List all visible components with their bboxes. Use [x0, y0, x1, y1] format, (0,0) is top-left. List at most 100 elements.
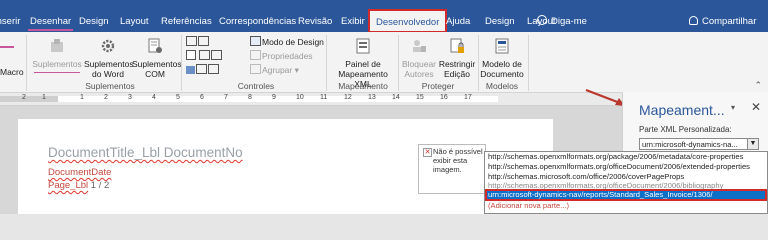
ribbon-tab-bar: Inserir Desenhar Design Layout Referênci… [0, 6, 768, 33]
ruler-number: 9 [272, 94, 276, 101]
dropdown-option-selected[interactable]: urn:microsoft-dynamics-nav/reports/Stand… [485, 189, 767, 201]
ruler-number: 2 [22, 94, 26, 101]
design-mode-button[interactable]: Modo de Design [250, 36, 324, 47]
dropdown-control-icon[interactable] [211, 50, 222, 60]
addins-button[interactable]: Suplementos [32, 37, 82, 69]
chevron-down-icon: ▾ [292, 65, 299, 75]
group-label-controls: Controles [237, 81, 275, 91]
combo-box-icon[interactable] [199, 50, 210, 60]
tab-layout[interactable]: Layout [120, 12, 149, 32]
macro-underline [0, 46, 14, 48]
group-label-protect: Proteger [421, 81, 455, 91]
tab-revisao[interactable]: Revisão [298, 12, 332, 32]
ruler-number: 14 [392, 94, 400, 101]
dropdown-option-add-new[interactable]: (Adicionar nova parte...) [485, 201, 767, 211]
dropdown-option[interactable]: http://schemas.microsoft.com/office/2006… [485, 172, 767, 182]
gear-icon [101, 39, 115, 53]
ruler-margin [0, 96, 58, 102]
group-label-addins: Suplementos [85, 81, 135, 91]
tab-ajuda[interactable]: Ajuda [446, 12, 470, 32]
template-icon [495, 38, 509, 54]
text-control-icon[interactable] [186, 36, 197, 46]
close-icon[interactable]: ✕ [751, 100, 761, 114]
word-addins-button[interactable]: Suplementos do Word [84, 37, 134, 79]
custom-xml-part-select[interactable]: urn:microsoft-dynamics-na... ▼ [639, 138, 759, 150]
pane-title: Mapeament... [639, 102, 725, 118]
ruler-number: 15 [416, 94, 424, 101]
dropdown-option[interactable]: http://schemas.openxmlformats.org/packag… [485, 152, 767, 162]
ruler-number: 5 [176, 94, 180, 101]
document-title-field[interactable]: DocumentTitle_Lbl DocumentNo [48, 145, 243, 160]
document-page[interactable]: DocumentTitle_Lbl DocumentNo DocumentDat… [18, 119, 553, 214]
picture-control-icon[interactable] [186, 66, 195, 74]
restrict-editing-button[interactable]: Restringir Edição [438, 37, 476, 79]
text-control-icon[interactable] [198, 36, 209, 46]
dropdown-option[interactable]: http://schemas.openxmlformats.org/office… [485, 182, 767, 189]
lightbulb-icon [537, 15, 547, 25]
ruler-number: 8 [248, 94, 252, 101]
document-template-button[interactable]: Modelo de Documento [480, 37, 524, 79]
checkbox-control-icon[interactable] [186, 50, 196, 60]
legacy-tools-icon[interactable] [208, 64, 219, 74]
custom-xml-label: Parte XML Personalizada: [639, 125, 732, 134]
group-button[interactable]: Agrupar ▾ [250, 64, 299, 75]
tab-referencias[interactable]: Referências [161, 12, 212, 32]
ruler-number: 12 [344, 94, 352, 101]
properties-icon [250, 50, 261, 60]
image-error-text: imagem. [433, 165, 462, 174]
divider [398, 35, 399, 91]
group-label-mapping: Mapeamento [338, 81, 388, 91]
ruler-number: 17 [464, 94, 472, 101]
dropdown-option[interactable]: http://schemas.openxmlformats.org/office… [485, 162, 767, 172]
tab-inserir[interactable]: Inserir [0, 12, 20, 32]
properties-button[interactable]: Propriedades [250, 50, 313, 61]
tab-correspondencias[interactable]: Correspondências [219, 12, 296, 32]
divider [528, 35, 529, 91]
ruler-number: 7 [224, 94, 228, 101]
image-error-text: Não é possível [433, 147, 483, 156]
share-button[interactable]: Compartilhar [689, 12, 756, 32]
macro-button[interactable]: Macro [0, 67, 24, 78]
broken-image-icon: ✕ [423, 148, 432, 157]
content-controls-row-1 [186, 36, 210, 47]
ribbon: Macro Suplementos Suplementos do Word Su… [0, 32, 768, 93]
ruler-number: 3 [128, 94, 132, 101]
custom-xml-part-dropdown-list[interactable]: http://schemas.openxmlformats.org/packag… [484, 151, 768, 214]
tab-desenhar[interactable]: Desenhar [28, 12, 74, 32]
pane-options-icon[interactable]: ▾ [731, 103, 735, 112]
tell-me-box[interactable]: Diga-me [537, 12, 587, 32]
ruler-number: 6 [200, 94, 204, 101]
page-number-field[interactable]: Page_Lbl 1 / 2 [48, 180, 109, 191]
content-controls-row-2 [186, 50, 223, 61]
chevron-down-icon[interactable]: ▼ [747, 139, 758, 149]
tab-design-table[interactable]: Design [485, 12, 515, 32]
divider [478, 35, 479, 91]
ruler-number: 4 [152, 94, 156, 101]
calendar-icon[interactable] [196, 64, 207, 74]
design-mode-icon [250, 36, 261, 46]
ruler-number: 11 [320, 94, 328, 101]
block-authors-button[interactable]: Bloquear Autores [400, 37, 438, 79]
tab-desenvolvedor[interactable]: Desenvolvedor [368, 9, 448, 33]
ruler-number: 13 [368, 94, 376, 101]
image-error-text: exibir esta [433, 156, 468, 165]
tab-design[interactable]: Design [79, 12, 109, 32]
document-date-field[interactable]: DocumentDate [48, 167, 111, 178]
block-authors-icon [413, 40, 426, 52]
broken-image-placeholder[interactable]: ✕ Não é possível exibir esta imagem. [418, 144, 486, 194]
divider [181, 35, 182, 91]
tab-underline [28, 29, 74, 31]
group-label-templates: Modelos [485, 81, 519, 91]
ruler-text-area [58, 96, 498, 102]
ruler-number: 1 [80, 94, 84, 101]
lock-icon [450, 38, 464, 53]
collapse-ribbon-icon[interactable]: ⌃ [754, 80, 762, 91]
document-gear-icon [148, 38, 162, 53]
divider [26, 35, 27, 91]
ruler-number: 10 [296, 94, 304, 101]
ruler-number: 1 [42, 94, 46, 101]
addins-underline [34, 72, 80, 73]
addins-icon [51, 39, 63, 52]
tab-exibir[interactable]: Exibir [341, 12, 365, 32]
com-addins-button[interactable]: Suplementos COM [132, 37, 182, 79]
